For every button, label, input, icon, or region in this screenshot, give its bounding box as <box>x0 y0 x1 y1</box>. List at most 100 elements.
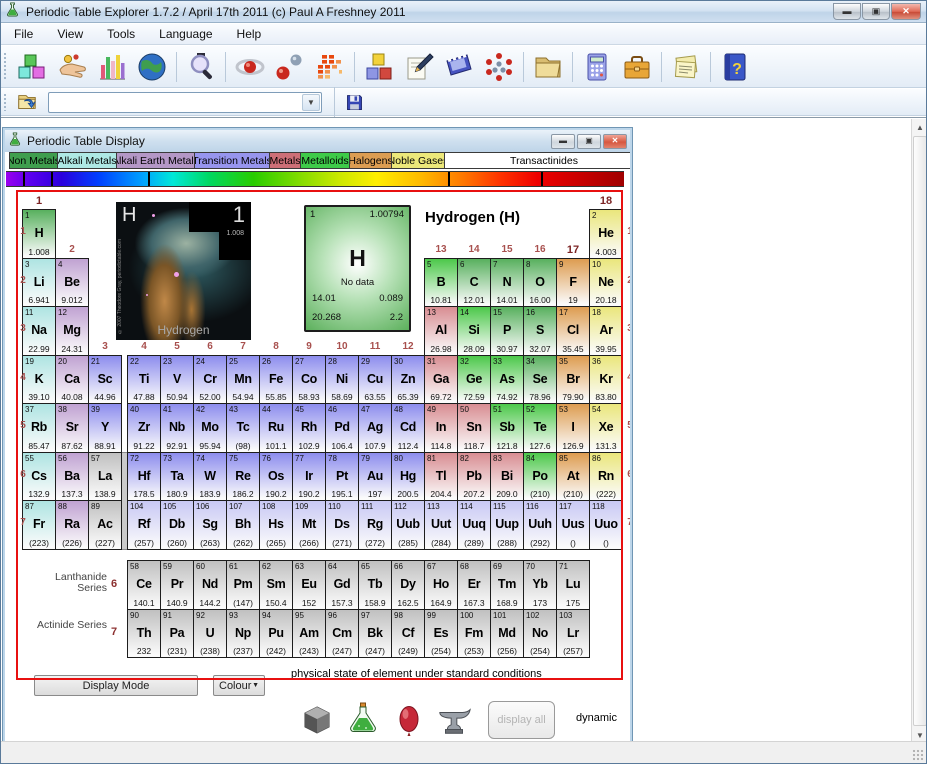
element-cell-Mt[interactable]: 109Mt(266) <box>292 500 326 550</box>
notes-icon[interactable] <box>666 49 706 85</box>
element-cell-Nb[interactable]: 41Nb92.91 <box>160 403 194 453</box>
close-button[interactable]: ✕ <box>891 3 921 20</box>
element-cell-Sm[interactable]: 62Sm150.4 <box>259 560 293 610</box>
element-cell-Ge[interactable]: 32Ge72.59 <box>457 355 491 405</box>
element-cell-Cu[interactable]: 29Cu63.55 <box>358 355 392 405</box>
tab-alkali-metals[interactable]: Alkali Metals <box>57 152 117 169</box>
element-cell-Re[interactable]: 75Re186.2 <box>226 452 260 502</box>
element-cell-Uut[interactable]: 113Uut(284) <box>424 500 458 550</box>
toolbar-grip[interactable] <box>3 52 8 81</box>
element-cell-La[interactable]: 57La138.9 <box>88 452 122 502</box>
element-cell-Co[interactable]: 27Co58.93 <box>292 355 326 405</box>
element-cell-Rh[interactable]: 45Rh102.9 <box>292 403 326 453</box>
element-cell-Rg[interactable]: 111Rg(272) <box>358 500 392 550</box>
element-cell-Er[interactable]: 68Er167.3 <box>457 560 491 610</box>
element-cell-I[interactable]: 53I126.9 <box>556 403 590 453</box>
element-cell-Tm[interactable]: 69Tm168.9 <box>490 560 524 610</box>
element-cell-Xe[interactable]: 54Xe131.3 <box>589 403 623 453</box>
element-cell-Ar[interactable]: 18Ar39.95 <box>589 306 623 356</box>
element-cell-Mn[interactable]: 25Mn54.94 <box>226 355 260 405</box>
element-cell-Ra[interactable]: 88Ra(226) <box>55 500 89 550</box>
tab-non-metals[interactable]: Non Metals <box>9 152 58 169</box>
element-cell-No[interactable]: 102No(254) <box>523 609 557 659</box>
element-cell-Sc[interactable]: 21Sc44.96 <box>88 355 122 405</box>
element-cell-Os[interactable]: 76Os190.2 <box>259 452 293 502</box>
element-cell-Am[interactable]: 95Am(243) <box>292 609 326 659</box>
element-cell-Ce[interactable]: 58Ce140.1 <box>127 560 161 610</box>
element-cell-In[interactable]: 49In114.8 <box>424 403 458 453</box>
globe-icon[interactable] <box>132 49 172 85</box>
element-cell-At[interactable]: 85At(210) <box>556 452 590 502</box>
tab-alkali-earth-metals[interactable]: Alkali Earth Metals <box>116 152 195 169</box>
element-cell-Lu[interactable]: 71Lu175 <box>556 560 590 610</box>
element-cell-Th[interactable]: 90Th232 <box>127 609 161 659</box>
tab-transactinides[interactable]: Transactinides <box>444 152 630 169</box>
element-cell-Zn[interactable]: 30Zn65.39 <box>391 355 425 405</box>
element-cell-Ne[interactable]: 10Ne20.18 <box>589 258 623 308</box>
combobox-dropdown-arrow[interactable]: ▼ <box>302 94 320 111</box>
element-cell-Y[interactable]: 39Y88.91 <box>88 403 122 453</box>
element-cell-Cl[interactable]: 17Cl35.45 <box>556 306 590 356</box>
liquid-flask-icon[interactable] <box>345 701 381 737</box>
open-recent-icon[interactable] <box>12 90 42 114</box>
element-cell-Es[interactable]: 99Es(254) <box>424 609 458 659</box>
element-cell-Uuq[interactable]: 114Uuq(289) <box>457 500 491 550</box>
element-cell-Uup[interactable]: 115Uup(288) <box>490 500 524 550</box>
element-cell-Cf[interactable]: 98Cf(249) <box>391 609 425 659</box>
gas-balloon-icon[interactable] <box>391 703 427 739</box>
tab-halogens[interactable]: Halogens <box>349 152 392 169</box>
tab-transition-metals[interactable]: Transition Metals <box>194 152 270 169</box>
element-cell-Uuo[interactable]: 118Uuo() <box>589 500 623 550</box>
element-cell-Ti[interactable]: 22Ti47.88 <box>127 355 161 405</box>
element-cell-Mg[interactable]: 12Mg24.31 <box>55 306 89 356</box>
resize-grip[interactable] <box>912 749 924 761</box>
tab-metalloids[interactable]: Metalloids <box>300 152 350 169</box>
element-cell-Tb[interactable]: 65Tb158.9 <box>358 560 392 610</box>
element-cell-Np[interactable]: 93Np(237) <box>226 609 260 659</box>
element-cell-Ca[interactable]: 20Ca40.08 <box>55 355 89 405</box>
menu-item-file[interactable]: File <box>5 25 42 43</box>
element-cell-Bi[interactable]: 83Bi209.0 <box>490 452 524 502</box>
element-cell-Ba[interactable]: 56Ba137.3 <box>55 452 89 502</box>
element-cell-Mo[interactable]: 42Mo95.94 <box>193 403 227 453</box>
element-cell-Cm[interactable]: 96Cm(247) <box>325 609 359 659</box>
element-cell-S[interactable]: 16S32.07 <box>523 306 557 356</box>
element-cell-C[interactable]: 6C12.01 <box>457 258 491 308</box>
element-cell-Uub[interactable]: 112Uub(285) <box>391 500 425 550</box>
element-cell-Cd[interactable]: 48Cd112.4 <box>391 403 425 453</box>
element-cell-Pm[interactable]: 61Pm(147) <box>226 560 260 610</box>
menu-item-language[interactable]: Language <box>150 25 221 43</box>
element-cell-Ga[interactable]: 31Ga69.72 <box>424 355 458 405</box>
element-cell-Fe[interactable]: 26Fe55.85 <box>259 355 293 405</box>
child-minimize-button[interactable]: ▬ <box>551 134 575 149</box>
element-cell-Pt[interactable]: 78Pt195.1 <box>325 452 359 502</box>
element-cell-Ru[interactable]: 44Ru101.1 <box>259 403 293 453</box>
element-cell-B[interactable]: 5B10.81 <box>424 258 458 308</box>
emission-spectrum-bar[interactable] <box>6 171 624 187</box>
element-cell-Sg[interactable]: 106Sg(263) <box>193 500 227 550</box>
element-cell-Db[interactable]: 105Db(260) <box>160 500 194 550</box>
menu-item-view[interactable]: View <box>48 25 92 43</box>
element-cell-Au[interactable]: 79Au197 <box>358 452 392 502</box>
element-cell-U[interactable]: 92U(238) <box>193 609 227 659</box>
colour-dropdown[interactable]: Colour ▼ <box>213 675 265 696</box>
element-cell-F[interactable]: 9F19 <box>556 258 590 308</box>
element-cell-Nd[interactable]: 60Nd144.2 <box>193 560 227 610</box>
element-cell-Uus[interactable]: 117Uus() <box>556 500 590 550</box>
element-cell-Be[interactable]: 4Be9.012 <box>55 258 89 308</box>
element-cell-Sb[interactable]: 51Sb121.8 <box>490 403 524 453</box>
cubes-icon[interactable] <box>359 49 399 85</box>
toolbar-grip2[interactable] <box>3 93 8 111</box>
scroll-up-arrow[interactable]: ▲ <box>912 119 927 135</box>
compose-icon[interactable] <box>399 49 439 85</box>
element-cell-Pr[interactable]: 59Pr140.9 <box>160 560 194 610</box>
element-cell-V[interactable]: 23V50.94 <box>160 355 194 405</box>
toolbox-icon[interactable] <box>617 49 657 85</box>
child-close-button[interactable]: ✕ <box>603 134 627 149</box>
element-cell-Sr[interactable]: 38Sr87.62 <box>55 403 89 453</box>
bar-chart-icon[interactable] <box>92 49 132 85</box>
element-cell-Pu[interactable]: 94Pu(242) <box>259 609 293 659</box>
element-cell-Sn[interactable]: 50Sn118.7 <box>457 403 491 453</box>
folder-icon[interactable] <box>528 49 568 85</box>
blocks3-icon[interactable] <box>12 49 52 85</box>
